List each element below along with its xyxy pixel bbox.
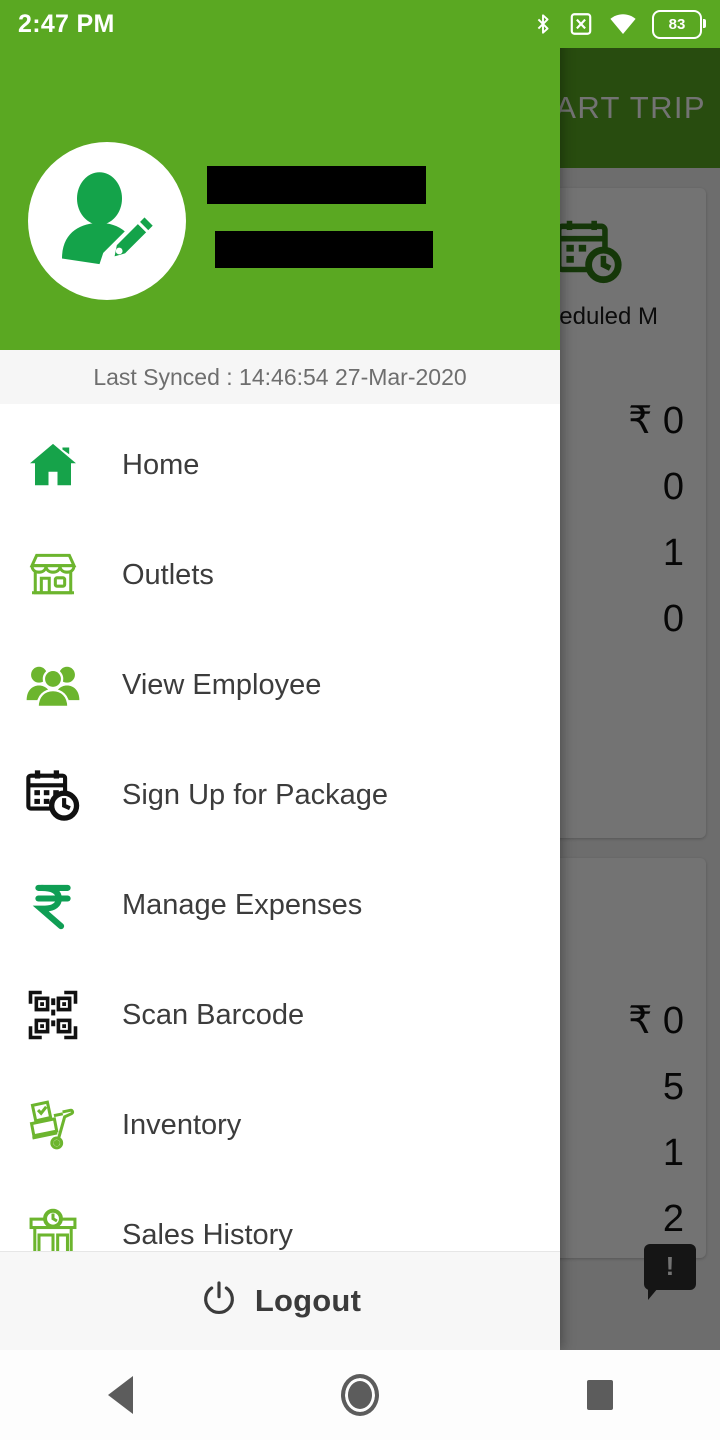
- sidebar-item-label: View Employee: [122, 668, 322, 701]
- user-edit-avatar-icon: [62, 172, 157, 265]
- status-icons: 83: [532, 9, 706, 39]
- sidebar-item-home[interactable]: Home: [0, 410, 560, 520]
- sidebar-item-manage-expenses[interactable]: Manage Expenses: [0, 850, 560, 960]
- avatar[interactable]: [28, 142, 186, 300]
- sidebar-item-inventory[interactable]: Inventory: [0, 1070, 560, 1180]
- sidebar-item-label: Sign Up for Package: [122, 778, 388, 811]
- people-group-icon: [22, 654, 84, 716]
- sidebar-item-outlets[interactable]: Outlets: [0, 520, 560, 630]
- logout-label: Logout: [254, 1283, 362, 1318]
- sidebar-item-label: Scan Barcode: [122, 998, 305, 1031]
- profile-subtitle-redaction: [215, 231, 433, 268]
- last-synced-text: Last Synced : 14:46:54 27-Mar-2020: [93, 363, 467, 390]
- nav-back-button[interactable]: [60, 1350, 180, 1440]
- drawer-menu: Home Outlets View Employee Sign Up for P…: [0, 404, 560, 1290]
- bluetooth-icon: [532, 9, 554, 39]
- sidebar-item-label: Sales History: [122, 1218, 293, 1251]
- sidebar-item-label: Manage Expenses: [122, 888, 363, 921]
- profile-name-redaction: [207, 166, 426, 204]
- sidebar-item-label: Inventory: [122, 1108, 242, 1141]
- home-icon: [22, 434, 84, 496]
- calendar-clock-icon: [22, 764, 84, 826]
- wifi-icon: [608, 10, 638, 38]
- phone-screen: START TRIP: [0, 0, 720, 1440]
- triangle-back-icon: [107, 1376, 133, 1414]
- sim-disabled-icon: [568, 10, 594, 38]
- hand-truck-icon: [22, 1094, 84, 1156]
- status-bar: 2:47 PM 83: [0, 0, 720, 48]
- sidebar-item-label: Outlets: [122, 558, 214, 591]
- rupee-icon: [22, 874, 84, 936]
- logout-button[interactable]: Logout: [0, 1251, 560, 1350]
- system-nav-bar: [0, 1350, 720, 1440]
- power-icon: [199, 1279, 239, 1324]
- sidebar-item-label: Home: [122, 448, 200, 481]
- drawer-header: [0, 0, 560, 350]
- storefront-icon: [22, 544, 84, 606]
- navigation-drawer: Last Synced : 14:46:54 27-Mar-2020 Home: [0, 0, 560, 1350]
- circle-home-icon: [341, 1374, 379, 1416]
- qr-code-icon: [22, 984, 84, 1046]
- square-recents-icon: [587, 1380, 613, 1410]
- nav-home-button[interactable]: [300, 1350, 420, 1440]
- nav-recents-button[interactable]: [540, 1350, 660, 1440]
- sidebar-item-view-employee[interactable]: View Employee: [0, 630, 560, 740]
- battery-level: 83: [668, 15, 686, 33]
- sidebar-item-sign-up-for-package[interactable]: Sign Up for Package: [0, 740, 560, 850]
- sidebar-item-scan-barcode[interactable]: Scan Barcode: [0, 960, 560, 1070]
- battery-icon: 83: [652, 9, 706, 39]
- status-time: 2:47 PM: [18, 9, 115, 38]
- last-synced-bar: Last Synced : 14:46:54 27-Mar-2020: [0, 350, 560, 404]
